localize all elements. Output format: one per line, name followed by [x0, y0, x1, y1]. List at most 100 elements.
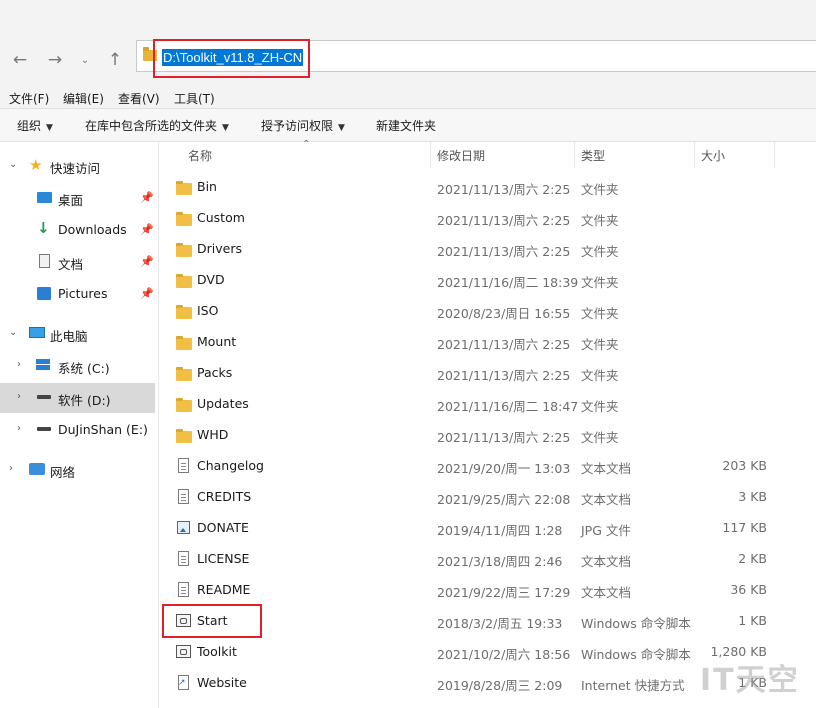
file-size: 203 KB — [722, 458, 767, 473]
start-highlight-box — [162, 604, 262, 638]
column-divider[interactable] — [774, 142, 775, 168]
document-icon — [39, 254, 50, 268]
file-row[interactable]: DVD 2021/11/16/周二 18:39 文件夹 — [159, 265, 816, 296]
column-divider[interactable] — [430, 142, 431, 168]
pin-icon[interactable]: 📌 — [140, 191, 154, 204]
file-row[interactable]: Changelog 2021/9/20/周一 13:03 文本文档 203 KB — [159, 451, 816, 482]
chevron-down-icon[interactable]: ⌄ — [9, 327, 17, 338]
file-row[interactable]: Packs 2021/11/13/周六 2:25 文件夹 — [159, 358, 816, 389]
image-file-icon — [176, 521, 192, 536]
column-header: ⌃ 名称 修改日期 类型 大小 — [159, 139, 816, 168]
file-type: 文本文档 — [581, 492, 632, 507]
file-type: 文件夹 — [581, 306, 619, 321]
sidebar-label: 软件 (D:) — [58, 393, 111, 408]
file-row[interactable]: Custom 2021/11/13/周六 2:25 文件夹 — [159, 203, 816, 234]
pin-icon[interactable]: 📌 — [140, 287, 154, 300]
watermark: IT天空 — [700, 663, 800, 698]
file-name: LICENSE — [197, 551, 250, 566]
file-name: Toolkit — [197, 644, 237, 659]
column-name[interactable]: 名称 — [188, 147, 212, 164]
text-document-icon — [176, 458, 192, 474]
title-bar — [0, 0, 816, 36]
sidebar-item-desktop[interactable]: 桌面 📌 — [0, 183, 158, 213]
file-type: 文件夹 — [581, 337, 619, 352]
sidebar-item-drive-c[interactable]: › 系统 (C:) — [0, 351, 158, 381]
sidebar-label: 此电脑 — [50, 329, 88, 344]
file-date: 2021/9/20/周一 13:03 — [437, 461, 571, 476]
desktop-icon — [37, 192, 52, 203]
file-date: 2021/11/16/周二 18:47 — [437, 399, 579, 414]
menu-view[interactable]: 查看(V) — [118, 90, 160, 107]
pin-icon[interactable]: 📌 — [140, 223, 154, 236]
file-name: Packs — [197, 365, 233, 380]
download-icon: ↓ — [37, 219, 50, 237]
pictures-icon — [37, 287, 51, 300]
column-type[interactable]: 类型 — [581, 147, 605, 164]
chevron-right-icon[interactable]: › — [17, 423, 21, 434]
star-icon: ★ — [29, 156, 43, 174]
file-date: 2021/11/13/周六 2:25 — [437, 430, 571, 445]
new-folder-button[interactable]: 新建文件夹 — [376, 117, 436, 134]
folder-icon — [176, 181, 192, 195]
column-divider[interactable] — [574, 142, 575, 168]
file-row[interactable]: WHD 2021/11/13/周六 2:25 文件夹 — [159, 420, 816, 451]
arrow-right-icon[interactable]: → — [43, 48, 67, 72]
sidebar-item-drive-e[interactable]: › DuJinShan (E:) — [0, 415, 158, 445]
folder-icon — [176, 274, 192, 288]
file-row[interactable]: CREDITS 2021/9/25/周六 22:08 文本文档 3 KB — [159, 482, 816, 513]
chevron-down-icon[interactable]: ⌄ — [73, 48, 97, 72]
sidebar-item-drive-d[interactable]: › 软件 (D:) — [0, 383, 155, 413]
folder-icon — [176, 336, 192, 350]
file-row[interactable]: README 2021/9/22/周三 17:29 文本文档 36 KB — [159, 575, 816, 606]
menu-edit[interactable]: 编辑(E) — [63, 90, 104, 107]
file-name: Updates — [197, 396, 249, 411]
file-type: 文件夹 — [581, 275, 619, 290]
folder-icon — [176, 243, 192, 257]
file-type: 文件夹 — [581, 430, 619, 445]
command-script-icon — [176, 645, 192, 660]
include-in-library-label: 在库中包含所选的文件夹 — [85, 119, 218, 133]
file-row[interactable]: Drivers 2021/11/13/周六 2:25 文件夹 — [159, 234, 816, 265]
give-access-button[interactable]: 授予访问权限 ▼ — [261, 117, 345, 134]
file-name: Mount — [197, 334, 237, 349]
sidebar-item-downloads[interactable]: ↓ Downloads 📌 — [0, 215, 158, 245]
file-row[interactable]: ISO 2020/8/23/周日 16:55 文件夹 — [159, 296, 816, 327]
file-date: 2021/11/13/周六 2:25 — [437, 337, 571, 352]
chevron-right-icon[interactable]: › — [17, 391, 21, 402]
column-date[interactable]: 修改日期 — [437, 147, 485, 164]
file-name: Custom — [197, 210, 245, 225]
file-type: 文本文档 — [581, 585, 632, 600]
file-row[interactable]: Updates 2021/11/16/周二 18:47 文件夹 — [159, 389, 816, 420]
chevron-down-icon: ▼ — [46, 123, 53, 133]
column-divider[interactable] — [694, 142, 695, 168]
chevron-right-icon[interactable]: › — [9, 463, 13, 474]
chevron-right-icon[interactable]: › — [17, 359, 21, 370]
file-name: README — [197, 582, 251, 597]
menu-tools[interactable]: 工具(T) — [174, 90, 215, 107]
file-row[interactable]: LICENSE 2021/3/18/周四 2:46 文本文档 2 KB — [159, 544, 816, 575]
arrow-up-icon[interactable]: ↑ — [103, 48, 127, 72]
file-row[interactable]: DONATE 2019/4/11/周四 1:28 JPG 文件 117 KB — [159, 513, 816, 544]
column-size[interactable]: 大小 — [701, 147, 725, 164]
file-date: 2019/8/28/周三 2:09 — [437, 678, 563, 693]
arrow-left-icon[interactable]: ← — [8, 48, 32, 72]
sidebar-item-this-pc[interactable]: ⌄ 此电脑 — [0, 319, 158, 349]
file-name: Changelog — [197, 458, 264, 473]
sidebar-item-quick-access[interactable]: ⌄ ★ 快速访问 — [0, 151, 158, 181]
organize-button[interactable]: 组织 ▼ — [17, 117, 53, 134]
file-row[interactable]: Mount 2021/11/13/周六 2:25 文件夹 — [159, 327, 816, 358]
file-row[interactable]: Bin 2021/11/13/周六 2:25 文件夹 — [159, 172, 816, 203]
chevron-down-icon[interactable]: ⌄ — [9, 159, 17, 170]
folder-icon — [176, 367, 192, 381]
include-in-library-button[interactable]: 在库中包含所选的文件夹 ▼ — [85, 117, 229, 134]
pin-icon[interactable]: 📌 — [140, 255, 154, 268]
sidebar-item-documents[interactable]: 文档 📌 — [0, 247, 158, 277]
organize-label: 组织 — [17, 119, 42, 133]
command-toolbar: 组织 ▼ 在库中包含所选的文件夹 ▼ 授予访问权限 ▼ 新建文件夹 — [0, 109, 816, 142]
file-name: Drivers — [197, 241, 242, 256]
menu-file[interactable]: 文件(F) — [9, 90, 49, 107]
sidebar-item-network[interactable]: › 网络 — [0, 455, 158, 485]
sidebar-label: 网络 — [50, 465, 76, 480]
sidebar-item-pictures[interactable]: Pictures 📌 — [0, 279, 158, 309]
sort-ascending-icon: ⌃ — [302, 139, 311, 150]
